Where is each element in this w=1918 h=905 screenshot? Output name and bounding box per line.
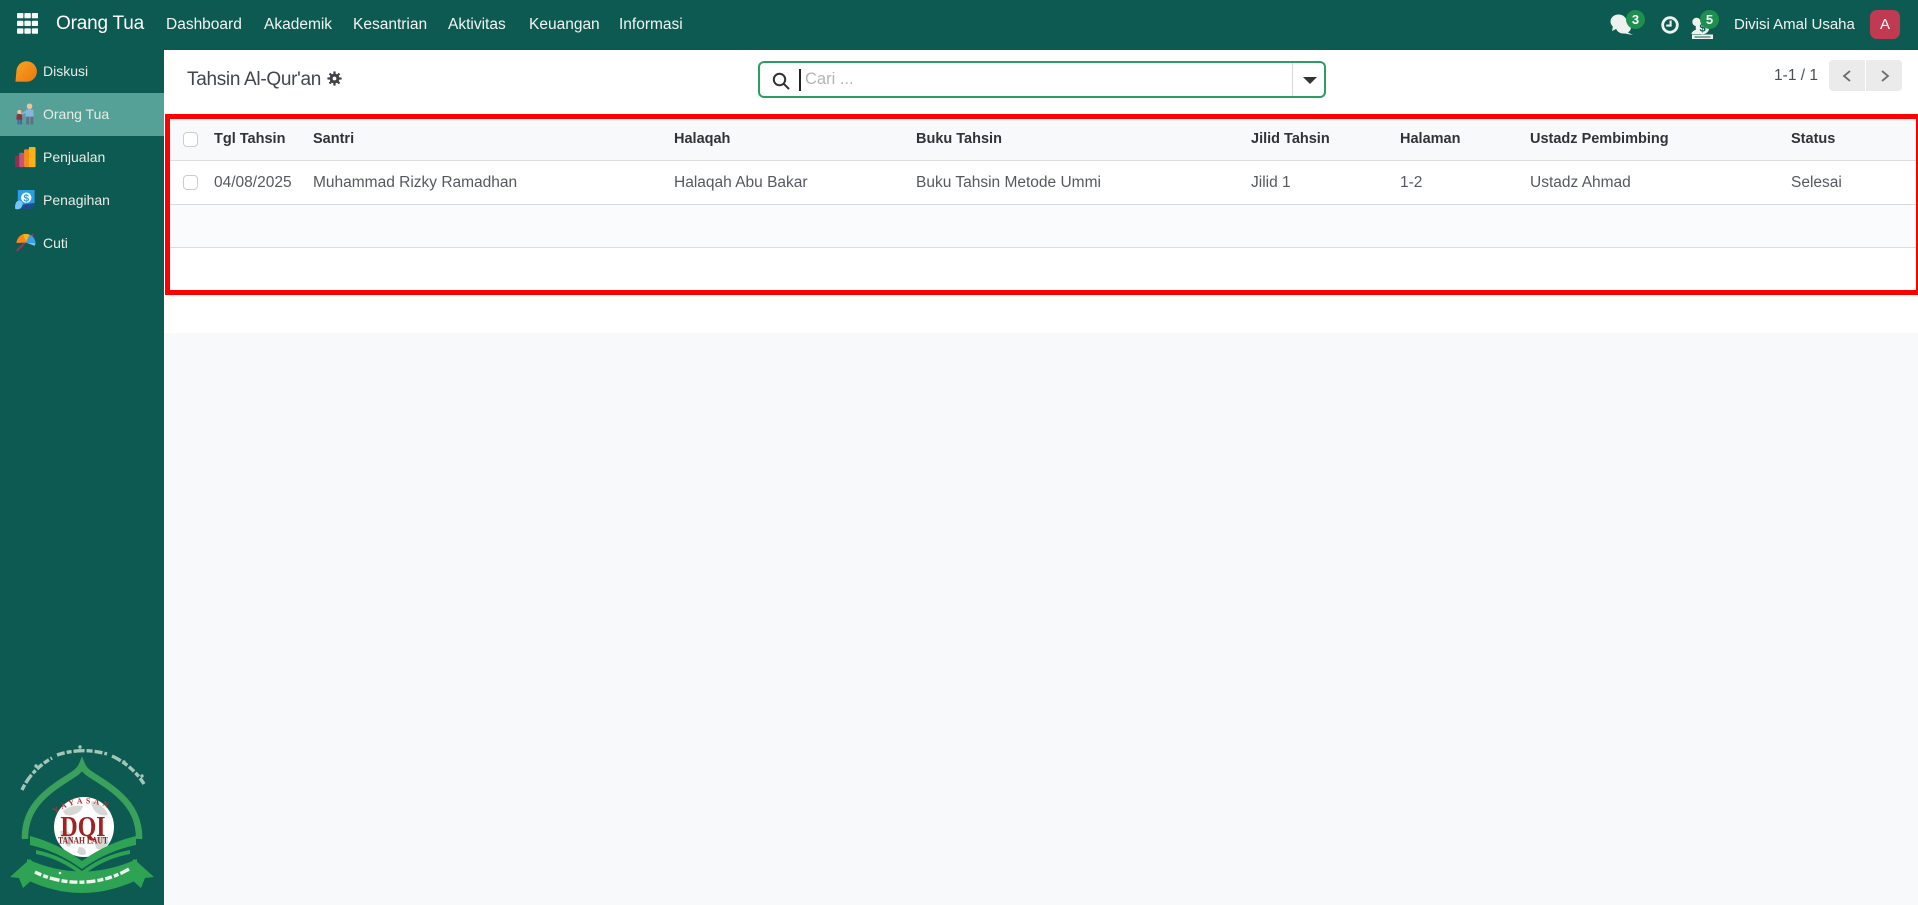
svg-text:$: $ (23, 193, 29, 204)
svg-text:TANAH LAUT: TANAH LAUT (58, 836, 108, 846)
